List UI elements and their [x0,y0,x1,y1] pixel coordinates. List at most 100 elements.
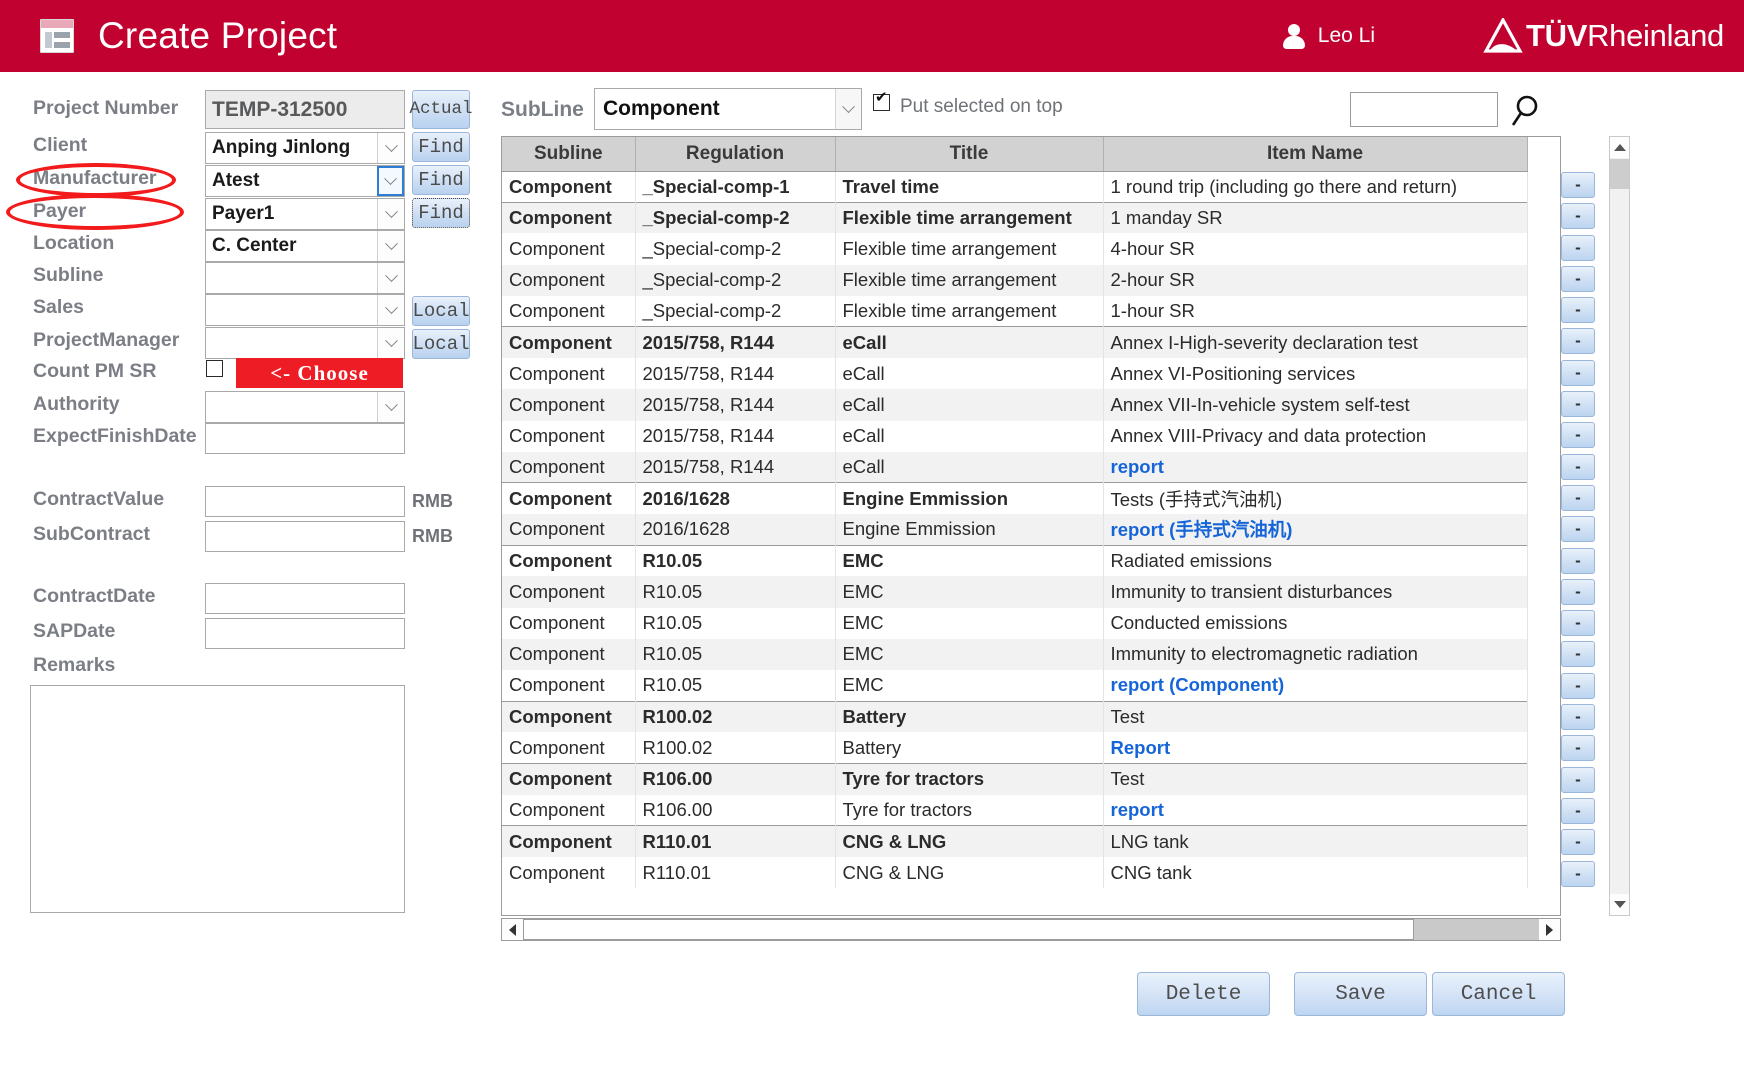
scroll-up-button[interactable] [1610,137,1629,158]
remove-row-button[interactable]: - [1561,516,1595,543]
contract-date-input[interactable] [205,583,405,614]
chevron-down-icon[interactable] [377,199,404,229]
save-button[interactable]: Save [1294,972,1427,1016]
remove-row-button[interactable]: - [1561,735,1595,762]
sap-date-input[interactable] [205,618,405,649]
remove-row-button[interactable]: - [1561,265,1595,292]
remove-row-button[interactable]: - [1561,234,1595,261]
authority-select[interactable] [205,391,405,423]
table-row[interactable]: Component _Special-comp-2 Flexible time ar… [502,264,1528,296]
contract-value-input[interactable] [205,486,405,517]
location-select[interactable]: C. Center [205,230,405,262]
remove-row-button[interactable]: - [1561,860,1595,887]
table-row[interactable]: Component _Special-comp-2 Flexible time ar… [502,201,1528,234]
user-menu[interactable]: Leo Li [1281,22,1375,50]
cell-item-name[interactable]: report (手持式汽油机) [1103,514,1528,546]
cell-item-name[interactable]: report [1103,451,1528,483]
chevron-down-icon[interactable] [377,295,404,325]
remove-row-button[interactable]: - [1561,453,1595,480]
item-report-link[interactable]: report (手持式汽油机) [1111,519,1293,540]
table-row[interactable]: Component R10.05 EMC report (Component) [502,670,1528,702]
table-row[interactable]: Component R106.00 Tyre for tractors Test [502,763,1528,795]
remove-row-button[interactable]: - [1561,766,1595,793]
manufacturer-find-button[interactable]: Find [412,165,470,195]
remove-row-button[interactable]: - [1561,797,1595,824]
client-find-button[interactable]: Find [412,132,470,162]
table-row[interactable]: Component 2015/758, R144 eCall Annex I-High… [502,326,1528,359]
table-row[interactable]: Component R100.02 Battery Test [502,700,1528,733]
table-row[interactable]: Component R10.05 EMC Radiated emissions [502,544,1528,577]
item-report-link[interactable]: report [1111,799,1164,820]
search-icon[interactable] [1510,92,1544,128]
manufacturer-select[interactable]: Atest [205,165,405,197]
table-row[interactable]: Component R110.01 CNG & LNG LNG tank [502,825,1528,858]
chevron-down-icon[interactable] [377,166,404,196]
column-header-regulation[interactable]: Regulation [635,137,836,172]
table-row[interactable]: Component _Special-comp-2 Flexible time ar… [502,295,1528,327]
count-pm-sr-checkbox[interactable] [206,360,223,377]
table-row[interactable]: Component R10.05 EMC Immunity to transient … [502,576,1528,608]
remove-row-button[interactable]: - [1561,641,1595,668]
scroll-left-button[interactable] [502,919,523,940]
remove-row-button[interactable]: - [1561,359,1595,386]
table-row[interactable]: Component R10.05 EMC Conducted emissions [502,607,1528,639]
client-select[interactable]: Anping Jinlong [205,132,405,164]
cell-item-name[interactable]: Report [1103,732,1528,764]
horizontal-scroll-thumb[interactable] [523,919,1414,940]
project-number-input[interactable] [205,90,405,129]
subline-select-left[interactable] [205,262,405,294]
cell-item-name[interactable]: report (Component) [1103,670,1528,702]
table-row[interactable]: Component 2015/758, R144 eCall Annex VIII-P… [502,420,1528,452]
remove-row-button[interactable]: - [1561,672,1595,699]
cancel-button[interactable]: Cancel [1432,972,1565,1016]
delete-button[interactable]: Delete [1137,972,1270,1016]
table-row[interactable]: Component _Special-comp-2 Flexible time ar… [502,233,1528,265]
choose-button[interactable]: <- Choose [236,358,403,388]
sales-select[interactable] [205,294,405,326]
chevron-down-icon[interactable] [377,263,404,293]
item-report-link[interactable]: Report [1111,737,1171,758]
items-vertical-scrollbar[interactable] [1609,136,1630,916]
vertical-scroll-thumb[interactable] [1610,159,1629,189]
items-horizontal-scrollbar[interactable] [501,918,1561,941]
cell-item-name[interactable]: report [1103,794,1528,826]
chevron-down-icon[interactable] [377,392,404,422]
table-row[interactable]: Component 2016/1628 Engine Emmission report… [502,514,1528,546]
remove-row-button[interactable]: - [1561,704,1595,731]
subline-filter-select[interactable]: Component [594,88,862,130]
table-row[interactable]: Component R100.02 Battery Report [502,732,1528,764]
remove-row-button[interactable]: - [1561,203,1595,230]
item-report-link[interactable]: report [1111,456,1164,477]
table-row[interactable]: Component R106.00 Tyre for tractors report [502,794,1528,826]
remove-row-button[interactable]: - [1561,297,1595,324]
expect-finish-date-input[interactable] [205,423,405,454]
table-row[interactable]: Component _Special-comp-1 Travel time 1 rou… [502,170,1528,203]
chevron-down-icon[interactable] [377,328,404,358]
table-row[interactable]: Component 2016/1628 Engine Emmission Tests … [502,482,1528,515]
chevron-down-icon[interactable] [377,133,404,163]
remove-row-button[interactable]: - [1561,422,1595,449]
sales-local-button[interactable]: Local [412,296,470,326]
remove-row-button[interactable]: - [1561,547,1595,574]
column-header-title[interactable]: Title [835,137,1104,172]
table-row[interactable]: Component 2015/758, R144 eCall report [502,451,1528,483]
actual-button[interactable]: Actual [410,90,473,129]
remove-row-button[interactable]: - [1561,172,1595,198]
scroll-down-button[interactable] [1610,894,1629,915]
chevron-down-icon[interactable] [835,89,861,129]
chevron-down-icon[interactable] [377,231,404,261]
remove-row-button[interactable]: - [1561,578,1595,605]
table-row[interactable]: Component 2015/758, R144 eCall Annex VII-In… [502,389,1528,421]
payer-find-button[interactable]: Find [412,198,470,228]
column-header-subline[interactable]: Subline [502,137,636,172]
remove-row-button[interactable]: - [1561,328,1595,355]
remarks-textarea[interactable] [30,685,405,913]
sub-contract-input[interactable] [205,521,405,552]
table-row[interactable]: Component R10.05 EMC Immunity to electromag… [502,638,1528,670]
project-manager-select[interactable] [205,327,405,359]
column-header-item-name[interactable]: Item Name [1103,137,1528,172]
item-report-link[interactable]: report (Component) [1111,674,1285,695]
table-row[interactable]: Component R110.01 CNG & LNG CNG tank [502,857,1528,889]
scroll-right-button[interactable] [1539,919,1560,940]
remove-row-button[interactable]: - [1561,484,1595,511]
